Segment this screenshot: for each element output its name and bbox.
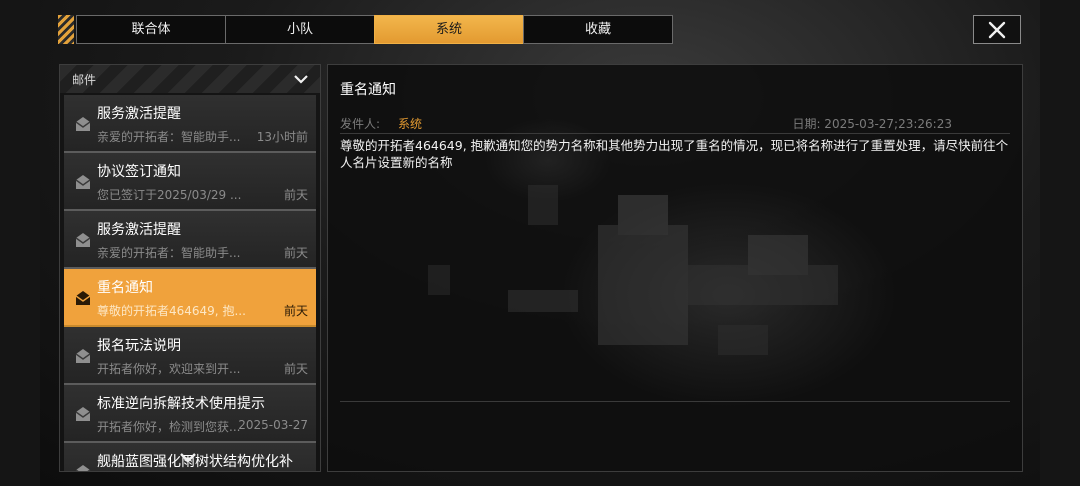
mail-list: 服务激活提醒 亲爱的开拓者：智能助手... 13小时前 协议签订通知 您已签订于… [60, 93, 320, 471]
tab-alliance[interactable]: 联合体 [76, 15, 226, 44]
mail-panel-header[interactable]: 邮件 [60, 65, 320, 93]
close-icon [988, 21, 1006, 38]
mail-preview: 亲爱的开拓者：智能助手... [97, 246, 241, 260]
mail-preview: 您已签订于2025/03/29 ... [97, 188, 242, 202]
envelope-icon [75, 407, 91, 421]
envelope-icon [75, 175, 91, 189]
mail-item[interactable]: 标准逆向拆解技术使用提示 开拓者你好，检测到您获... 2025-03-27 [64, 385, 316, 443]
chevron-down-icon[interactable] [294, 74, 308, 84]
envelope-icon [75, 117, 91, 131]
mail-title: 服务激活提醒 [97, 222, 181, 238]
mail-title: 协议签订通知 [97, 164, 181, 180]
tab-system[interactable]: 系统 [374, 15, 524, 44]
mail-item[interactable]: 协议签订通知 您已签订于2025/03/29 ... 前天 [64, 153, 316, 211]
sender-name: 系统 [398, 117, 423, 131]
mail-preview: 亲爱的开拓者：智能助手... [97, 130, 241, 144]
scroll-down-chevron-icon[interactable] [180, 452, 196, 464]
mail-date: 日期: 2025-03-27;23:26:23 [792, 117, 952, 131]
mail-time: 前天 [283, 246, 308, 260]
mail-panel-title: 邮件 [72, 72, 97, 87]
mail-detail-panel: 重名通知 发件人: 系统 日期: 2025-03-27;23:26:23 尊敬的… [327, 64, 1023, 472]
mail-meta: 发件人: 系统 日期: 2025-03-27;23:26:23 [340, 115, 1010, 135]
mail-time: 13小时前 [256, 130, 308, 144]
tab-bar-accent [58, 15, 74, 44]
envelope-icon [75, 349, 91, 363]
mail-title: 报名玩法说明 [97, 338, 181, 354]
mail-title: 服务激活提醒 [97, 106, 181, 122]
mail-preview: 尊敬的开拓者464649, 抱... [97, 304, 246, 318]
mail-preview: 开拓者你好，欢迎来到开... [97, 362, 241, 376]
tab-favorites[interactable]: 收藏 [523, 15, 673, 44]
envelope-icon [75, 291, 91, 305]
tab-squad[interactable]: 小队 [225, 15, 375, 44]
spaceship-background-art [428, 185, 838, 355]
mail-item[interactable]: 报名玩法说明 开拓者你好，欢迎来到开... 前天 [64, 327, 316, 385]
close-button[interactable] [973, 15, 1021, 44]
mail-preview: 开拓者你好，检测到您获... [97, 420, 241, 434]
left-edge-decoration [0, 0, 40, 486]
mail-detail-title: 重名通知 [340, 82, 396, 98]
mail-item[interactable]: 服务激活提醒 亲爱的开拓者：智能助手... 前天 [64, 211, 316, 269]
mail-item[interactable]: 服务激活提醒 亲爱的开拓者：智能助手... 13小时前 [64, 95, 316, 153]
mail-body: 尊敬的开拓者464649, 抱歉通知您的势力名称和其他势力出现了重名的情况，现已… [340, 138, 1009, 170]
mail-time: 前天 [283, 362, 308, 376]
envelope-icon [75, 233, 91, 247]
mail-time: 2025-03-27 [238, 418, 308, 432]
content-bottom-divider [340, 401, 1010, 402]
right-edge-decoration [1040, 0, 1080, 486]
mail-time: 前天 [283, 188, 308, 202]
mail-time: 前天 [283, 304, 308, 318]
envelope-icon [75, 465, 91, 471]
mail-title: 标准逆向拆解技术使用提示 [97, 396, 265, 412]
meta-divider [340, 133, 1010, 134]
category-tabs: 联合体 小队 系统 收藏 [76, 15, 673, 44]
mail-title: 重名通知 [97, 280, 153, 296]
sender-label: 发件人: [340, 117, 381, 131]
mail-panel: 邮件 服务激活提醒 亲爱的开拓者：智能助手... 13小时前 协议签订通知 您已… [59, 64, 321, 472]
mail-item-selected[interactable]: 重名通知 尊敬的开拓者464649, 抱... 前天 [64, 269, 316, 327]
